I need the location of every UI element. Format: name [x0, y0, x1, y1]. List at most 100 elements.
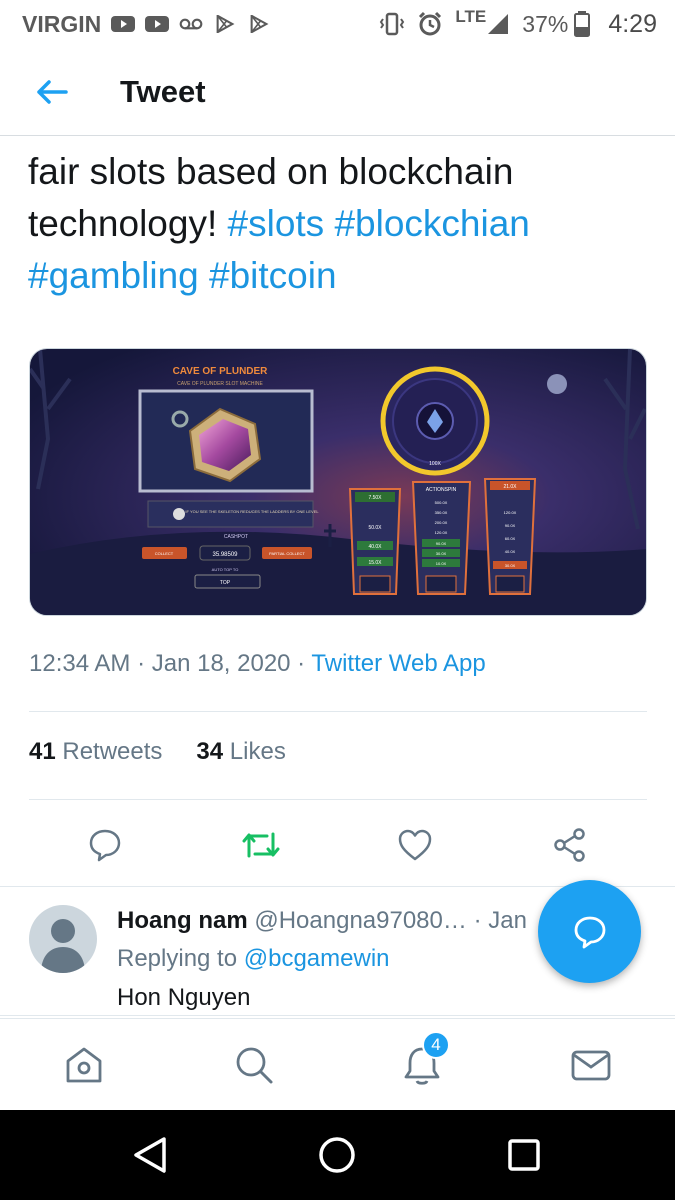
home-icon [66, 1047, 102, 1083]
cashpot-value: 35.98509 [212, 552, 238, 558]
tweet-meta: 12:34 AM · Jan 18, 2020 · Twitter Web Ap… [29, 650, 486, 678]
recents-icon [508, 1139, 540, 1171]
tweet-source-link[interactable]: Twitter Web App [311, 650, 485, 677]
tweet-stats: 41 Retweets 34 Likes [29, 738, 286, 766]
signal-icon [488, 14, 509, 34]
tweet-text: fair slots based on blockchain technolog… [28, 146, 648, 302]
share-button[interactable] [544, 820, 596, 870]
battery-percent: 37% [522, 10, 569, 37]
hashtag-link[interactable]: #bitcoin [209, 255, 337, 296]
top-label: TOP [220, 580, 231, 586]
system-home-button[interactable] [314, 1132, 360, 1178]
bottom-nav: 4 [0, 1018, 675, 1110]
app-header: Tweet [0, 48, 675, 136]
likes-stat[interactable]: 34 Likes [196, 738, 285, 766]
ladder-mid-value: 200.0X [435, 520, 448, 525]
tweet-text-line: technology! [28, 203, 228, 244]
tweet-text-line: fair slots based on blockchain [28, 151, 514, 192]
ladder-right-value: 21.0X [503, 484, 517, 490]
reply-author-handle: @Hoangna97080… [254, 907, 467, 934]
ladder-mid-value: 10.0X [436, 561, 447, 566]
hashtag-link[interactable]: #gambling [28, 255, 199, 296]
partial-collect-label: PARTIAL COLLECT [269, 551, 305, 556]
status-left: VIRGIN [22, 11, 271, 38]
hashtag-link[interactable]: #blockchian [334, 203, 529, 244]
nav-home[interactable] [60, 1041, 108, 1089]
replying-prefix: Replying to [117, 945, 244, 972]
nav-notifications[interactable]: 4 [398, 1031, 450, 1089]
alarm-icon [419, 11, 442, 36]
vibrate-icon [380, 12, 405, 36]
network-type: LTE [455, 7, 487, 26]
ladder-mid-value: 90.0X [436, 541, 447, 546]
share-icon [554, 828, 585, 862]
wheel-top-label: 100X [429, 461, 441, 467]
search-icon [236, 1047, 273, 1084]
voicemail-icon [179, 18, 203, 30]
ladder-mid-value: 120.0X [435, 530, 448, 535]
youtube-icon [111, 16, 136, 32]
like-button[interactable] [389, 820, 441, 870]
ladder-right-value: 60.0X [505, 536, 516, 541]
cashpot-label: CASHPOT [224, 534, 248, 540]
ladder-right-value: 40.0X [505, 549, 516, 554]
back-button[interactable] [22, 62, 82, 122]
nav-search[interactable] [230, 1041, 278, 1089]
play-store-icon [250, 15, 269, 33]
back-arrow-icon [37, 79, 68, 104]
page-title: Tweet [120, 73, 206, 109]
reply-compose-icon [574, 916, 605, 948]
reply-author-name: Hoang nam [117, 907, 248, 934]
likes-label: Likes [229, 738, 286, 765]
retweet-button[interactable] [235, 820, 287, 870]
auto-top-label: AUTO TOP TO [212, 567, 239, 572]
ladder-left-value: 15.0X [368, 560, 382, 566]
notification-badge: 4 [422, 1031, 450, 1059]
ladder-mid-value: 30.0X [436, 551, 447, 556]
system-back-button[interactable] [127, 1132, 173, 1178]
ladder-right-value: 120.0X [504, 510, 517, 515]
reply-icon [89, 829, 121, 862]
battery-icon [574, 11, 591, 37]
divider [29, 711, 647, 712]
slot-game-artwork: CAVE OF PLUNDER CAVE OF PLUNDER SLOT MAC… [30, 349, 646, 615]
youtube-icon [145, 16, 170, 32]
reply-button[interactable] [79, 820, 131, 870]
system-navigation-bar [0, 1110, 675, 1200]
ladder-left-value: 7.50X [368, 495, 382, 501]
avatar[interactable] [29, 905, 97, 973]
ladder-right-value: 30.0X [505, 563, 516, 568]
ladder-left-value: 40.0X [368, 544, 382, 550]
reply-date: · Jan [473, 907, 527, 934]
retweet-icon [242, 832, 280, 858]
ladder-mid-value: 500.0X [435, 500, 448, 505]
game-subtitle: CAVE OF PLUNDER SLOT MACHINE [177, 381, 263, 387]
collect-label: COLLECT [155, 551, 174, 556]
retweets-label: Retweets [62, 738, 163, 765]
retweets-count: 41 [29, 738, 56, 765]
reply-text: Hon Nguyen [117, 984, 251, 1011]
home-circle-icon [319, 1137, 355, 1173]
system-recents-button[interactable] [501, 1132, 547, 1178]
hashtag-link[interactable]: #slots [228, 203, 325, 244]
ladder-mid-value: 350.0X [435, 510, 448, 515]
compose-reply-button[interactable] [538, 880, 641, 983]
carrier-label: VIRGIN [22, 10, 102, 37]
ladder-right-value: 90.0X [505, 523, 516, 528]
mention-link[interactable]: @bcgamewin [244, 945, 390, 972]
retweets-stat[interactable]: 41 Retweets [29, 738, 162, 766]
like-icon [398, 829, 432, 861]
play-store-icon [216, 15, 235, 33]
action-spin-label: ACTIONSPIN [426, 487, 457, 493]
default-avatar-icon [41, 919, 85, 973]
tweet-media-image[interactable]: CAVE OF PLUNDER CAVE OF PLUNDER SLOT MAC… [29, 348, 647, 616]
back-icon [134, 1137, 166, 1173]
messages-icon [571, 1050, 611, 1081]
game-title: CAVE OF PLUNDER [173, 366, 269, 377]
ladder-left-value: 50.0X [368, 525, 382, 531]
likes-count: 34 [196, 738, 224, 765]
tweet-actions [0, 820, 675, 870]
reply-header: Hoang nam @Hoangna97080… · Jan [117, 907, 527, 935]
nav-messages[interactable] [567, 1041, 615, 1089]
clock: 4:29 [608, 9, 657, 38]
